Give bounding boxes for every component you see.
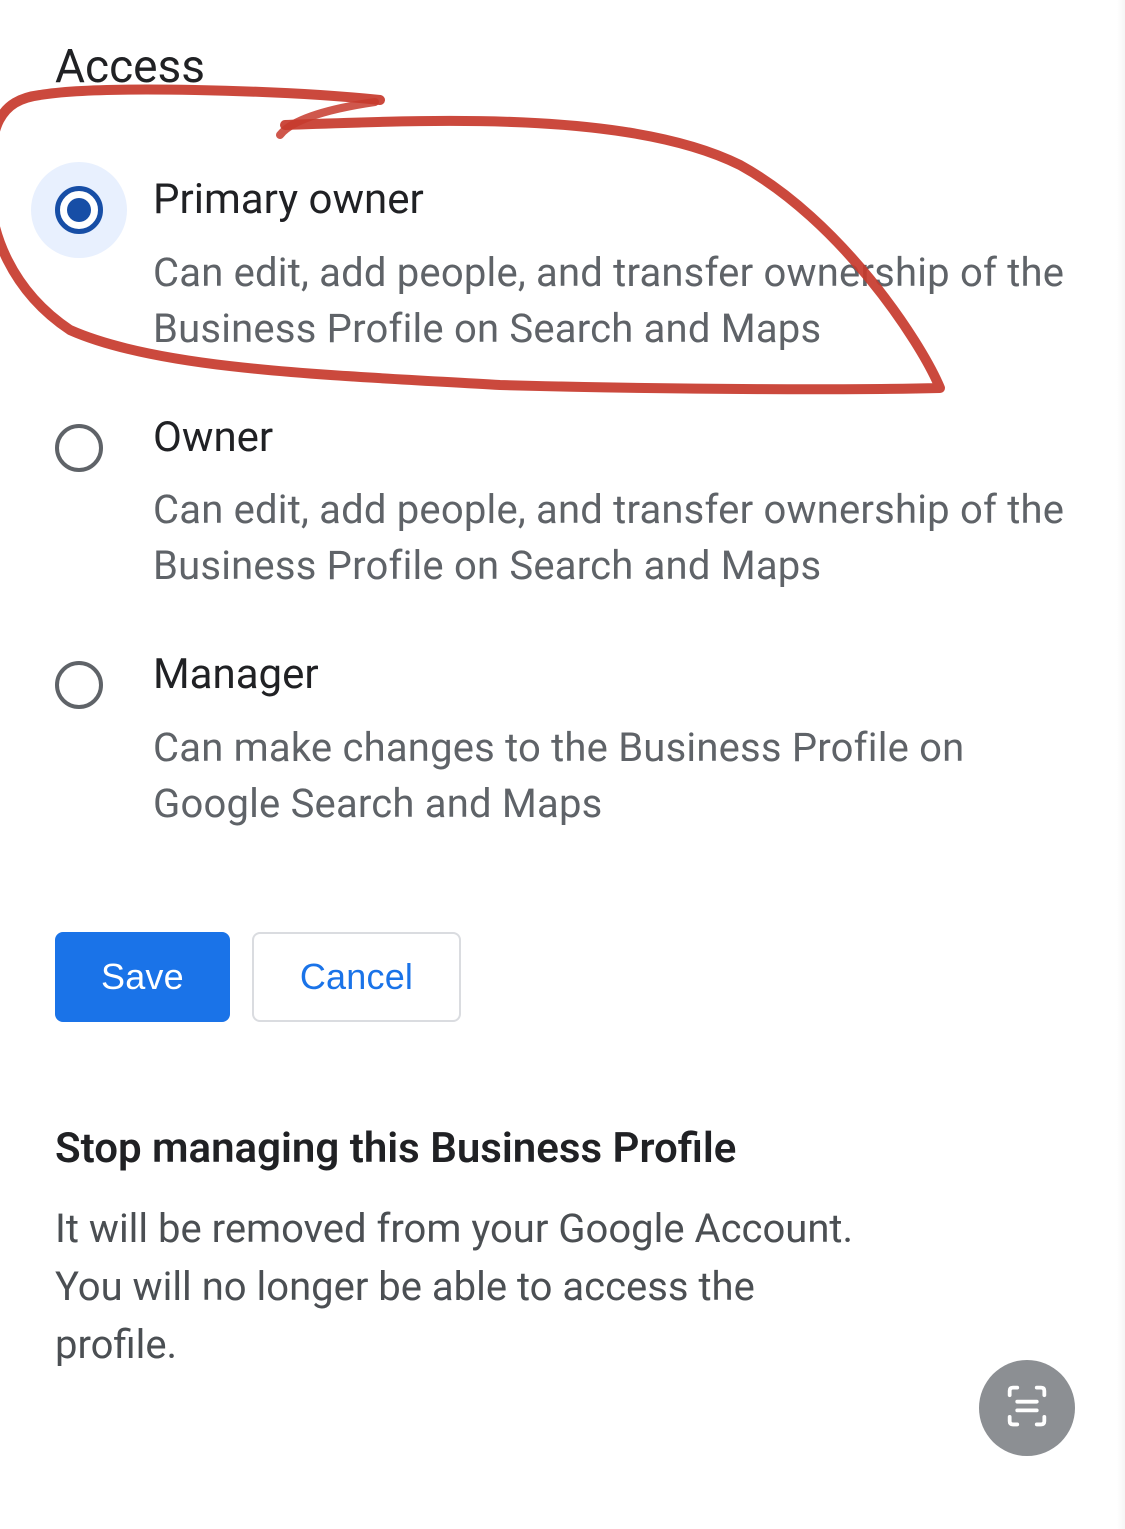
option-title: Owner <box>153 412 1070 465</box>
option-description: Can make changes to the Business Profile… <box>153 720 1070 832</box>
option-description: Can edit, add people, and transfer owner… <box>153 245 1070 357</box>
option-title: Manager <box>153 649 1070 702</box>
cancel-button[interactable]: Cancel <box>252 932 461 1022</box>
option-owner[interactable]: Owner Can edit, add people, and transfer… <box>55 412 1070 595</box>
radio-manager[interactable] <box>55 661 103 709</box>
screenshot-fab-button[interactable] <box>979 1360 1075 1456</box>
screenshot-icon <box>1001 1380 1053 1436</box>
stop-managing-heading: Stop managing this Business Profile <box>55 1122 1070 1177</box>
stop-managing-body: It will be removed from your Google Acco… <box>55 1200 855 1374</box>
option-manager[interactable]: Manager Can make changes to the Business… <box>55 649 1070 832</box>
button-row: Save Cancel <box>55 932 1070 1022</box>
access-options-group: Primary owner Can edit, add people, and … <box>55 174 1070 832</box>
section-title-access: Access <box>55 40 1070 94</box>
save-button[interactable]: Save <box>55 932 230 1022</box>
option-description: Can edit, add people, and transfer owner… <box>153 482 1070 594</box>
radio-owner[interactable] <box>55 424 103 472</box>
radio-primary-owner[interactable] <box>31 162 127 258</box>
option-primary-owner[interactable]: Primary owner Can edit, add people, and … <box>55 174 1070 357</box>
option-title: Primary owner <box>153 174 1070 227</box>
